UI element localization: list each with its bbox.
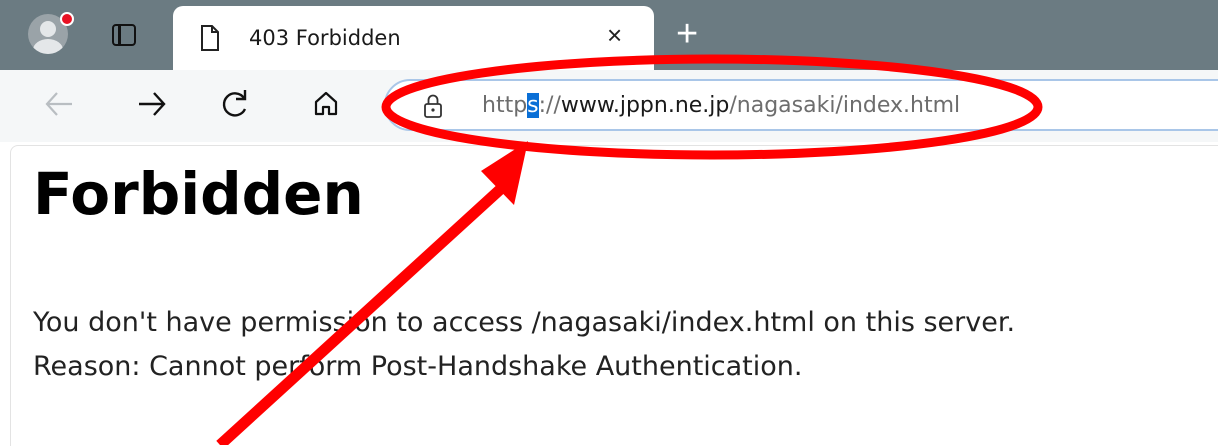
avatar-body — [33, 39, 63, 54]
url-host: www.jppn.ne.jp — [560, 93, 730, 118]
url-text[interactable]: https://www.jppn.ne.jp/nagasaki/index.ht… — [482, 93, 960, 118]
close-tab-icon[interactable]: × — [607, 22, 622, 48]
url-scheme-separator: :// — [538, 93, 561, 118]
url-prefix: http — [482, 93, 528, 118]
notification-dot — [60, 12, 74, 26]
tab-strip: 403 Forbidden × + — [0, 0, 1218, 70]
address-bar[interactable]: https://www.jppn.ne.jp/nagasaki/index.ht… — [384, 79, 1218, 131]
forward-icon[interactable] — [137, 82, 167, 126]
new-tab-icon[interactable]: + — [676, 15, 698, 53]
home-icon[interactable] — [310, 82, 342, 126]
error-reason: Reason: Cannot perform Post-Handshake Au… — [33, 351, 803, 382]
tab-active[interactable]: 403 Forbidden × — [173, 6, 654, 70]
tab-title: 403 Forbidden — [249, 26, 401, 50]
toolbar: https://www.jppn.ne.jp/nagasaki/index.ht… — [0, 70, 1218, 142]
error-message: You don't have permission to access /nag… — [33, 307, 1016, 338]
lock-icon[interactable] — [422, 93, 444, 119]
page-icon — [201, 25, 219, 51]
avatar-head — [40, 21, 56, 37]
back-icon[interactable] — [44, 82, 74, 126]
url-path: /nagasaki/index.html — [729, 93, 961, 118]
refresh-icon[interactable] — [218, 82, 250, 126]
url-selected-char: s — [527, 93, 539, 118]
vertical-tabs-icon[interactable] — [112, 24, 136, 46]
page-title: Forbidden — [33, 160, 364, 228]
